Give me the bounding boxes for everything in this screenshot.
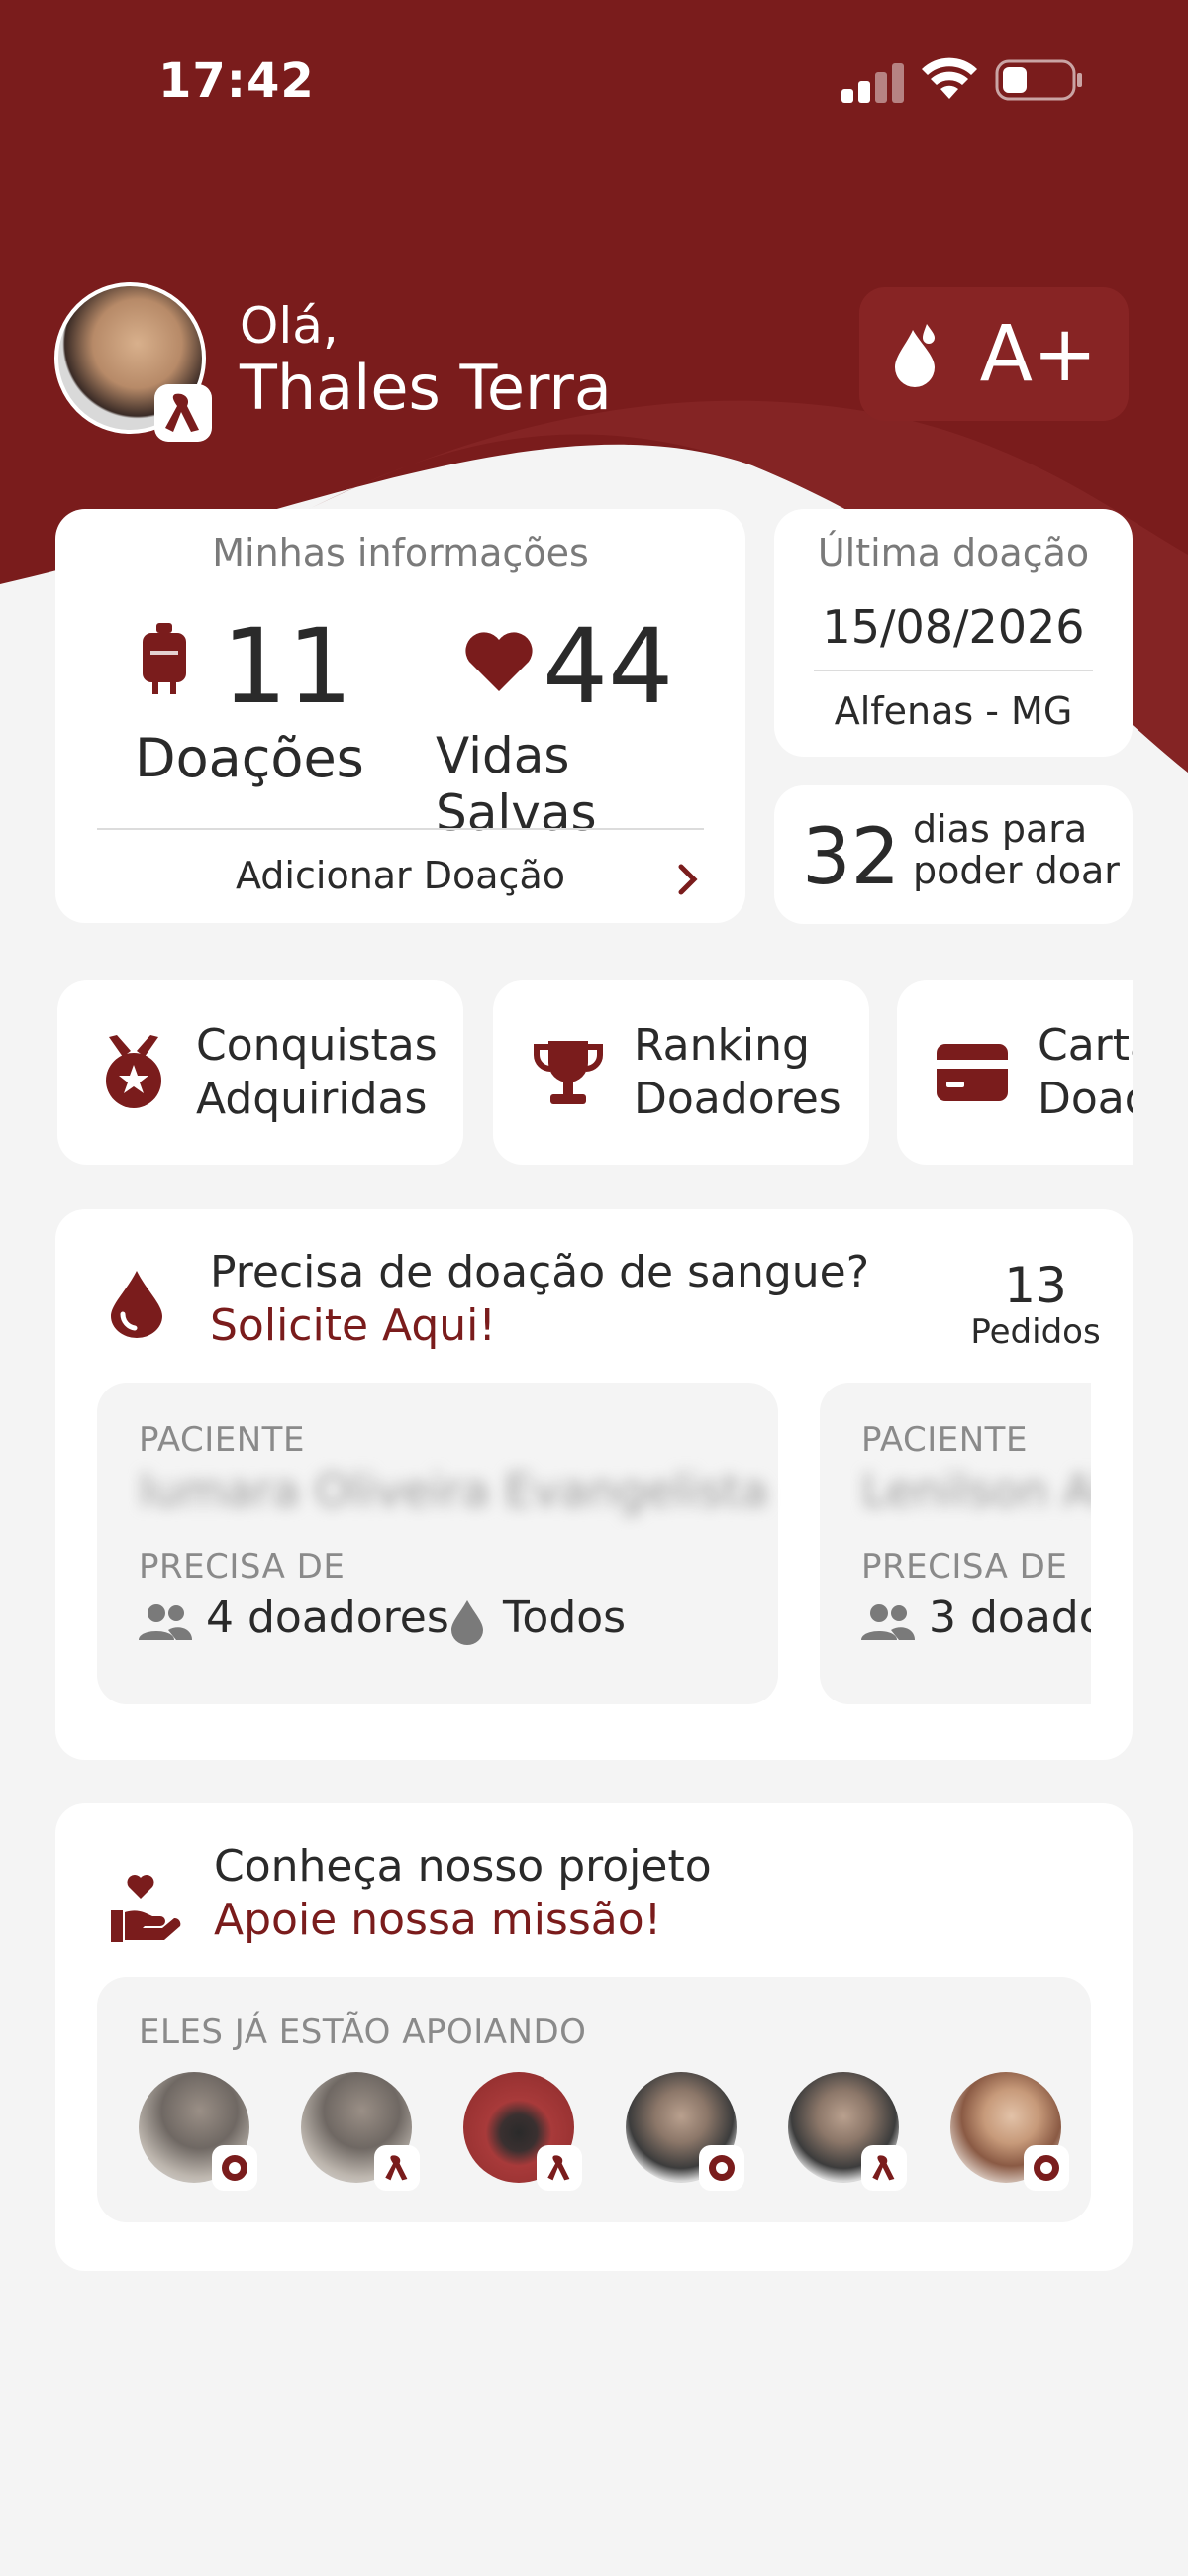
wifi-icon [922,57,977,99]
medal-badge-icon [212,2145,257,2191]
shortcut-label-line1: Cartão [1038,1020,1133,1071]
my-info-title: Minhas informações [212,531,589,574]
ribbon-badge-icon [154,384,212,442]
ribbon-badge-icon [861,2145,907,2191]
donations-label: Doações [135,727,364,789]
patient-name: Lenilson Alves [861,1464,1091,1517]
project-card: Conheça nosso projeto Apoie nossa missão… [55,1803,1133,2271]
divider [814,670,1093,671]
lives-saved-count: 44 [543,606,674,727]
ranking-shortcut[interactable]: Ranking Doadores [493,980,869,1165]
medal-badge-icon [699,2145,744,2191]
last-donation-location: Alfenas - MG [834,689,1073,733]
blood-drop-icon [894,323,935,387]
supporter-avatar[interactable] [950,2072,1069,2191]
days-until-donation: 32 [802,813,901,902]
battery-icon [995,59,1082,101]
heart-icon [465,632,533,691]
support-mission-link[interactable]: Apoie nossa missão! [214,1895,661,1945]
blood-type-badge[interactable]: A+ [859,287,1129,421]
requests-count-label: Pedidos [970,1312,1101,1352]
requests-carousel: PACIENTE Iumara Oliveira Evangelista PRE… [97,1383,1091,1709]
my-info-card: Minhas informações 11 Doações 44 Vidas S… [55,509,745,923]
supporters-row [97,2060,1091,2199]
donor-card-shortcut[interactable]: Cartão Doador [897,980,1133,1165]
shortcuts-clip: Cartão Doador [897,980,1133,1165]
shortcut-label-line2: Adquiridas [196,1074,428,1124]
blood-requests-card: Precisa de doação de sangue? Solicite Aq… [55,1209,1133,1760]
shortcut-label-line1: Conquistas [196,1020,438,1071]
requests-count: 13 [1004,1257,1067,1314]
medal-icon [106,1035,161,1108]
cellular-signal-icon [842,63,904,103]
avatar[interactable] [54,282,212,442]
status-bar: 17:42 [0,50,1188,113]
card-icon [937,1044,1008,1101]
requests-title: Precisa de doação de sangue? [210,1247,870,1297]
donors-needed: 3 doadores [929,1593,1091,1643]
patient-label: PACIENTE [861,1420,1028,1460]
add-donation-label: Adicionar Doação [235,854,565,897]
patient-label: PACIENTE [139,1420,305,1460]
request-item[interactable]: PACIENTE Lenilson Alves PRECISA DE 3 doa… [820,1383,1091,1704]
project-title: Conheça nosso projeto [214,1841,712,1892]
donations-count: 11 [222,606,353,727]
donors-needed: 4 doadores [206,1593,449,1643]
request-item[interactable]: PACIENTE Iumara Oliveira Evangelista PRE… [97,1383,778,1704]
achievements-shortcut[interactable]: Conquistas Adquiridas [57,980,463,1165]
medal-badge-icon [1024,2145,1069,2191]
supporter-avatar[interactable] [139,2072,257,2191]
last-donation-title: Última doação [817,531,1090,574]
lives-saved-label: Vidas Salvas [436,727,597,842]
add-donation-button[interactable]: Adicionar Doação [55,834,745,921]
shortcut-label-line2: Doadores [634,1074,842,1124]
request-donation-link[interactable]: Solicite Aqui! [210,1300,496,1351]
blood-type-value: A+ [979,309,1098,399]
supporters-label: ELES JÁ ESTÃO APOIANDO [139,2012,587,2052]
user-name: Thales Terra [240,352,612,424]
ribbon-badge-icon [537,2145,582,2191]
ribbon-badge-icon [374,2145,420,2191]
days-label-line2: poder doar [913,849,1120,892]
supporter-avatar[interactable] [626,2072,744,2191]
shortcut-label-line2: Doador [1038,1074,1133,1124]
blood-drop-icon [451,1600,483,1645]
greeting: Olá, [240,297,339,355]
clock: 17:42 [158,53,315,109]
supporter-avatar[interactable] [301,2072,420,2191]
next-donation-card: 32 dias para poder doar [774,785,1133,924]
last-donation-card[interactable]: Última doação 15/08/2026 Alfenas - MG [774,509,1133,757]
chevron-right-icon [678,864,698,895]
people-icon [139,1604,192,1640]
patient-name: Iumara Oliveira Evangelista [139,1464,769,1517]
blood-bag-icon [143,623,186,694]
people-icon [861,1604,915,1640]
supporter-avatar[interactable] [463,2072,582,2191]
blood-drop-icon [111,1271,162,1338]
needs-label: PRECISA DE [139,1547,346,1587]
needs-label: PRECISA DE [861,1547,1068,1587]
hand-heart-icon [111,1875,181,1942]
trophy-icon [534,1041,603,1104]
divider [97,828,704,830]
shortcut-label-line1: Ranking [634,1020,810,1071]
days-label-line1: dias para [913,807,1088,851]
blood-type-needed: Todos [503,1593,627,1643]
last-donation-date: 15/08/2026 [822,600,1085,654]
supporter-avatar[interactable] [788,2072,907,2191]
